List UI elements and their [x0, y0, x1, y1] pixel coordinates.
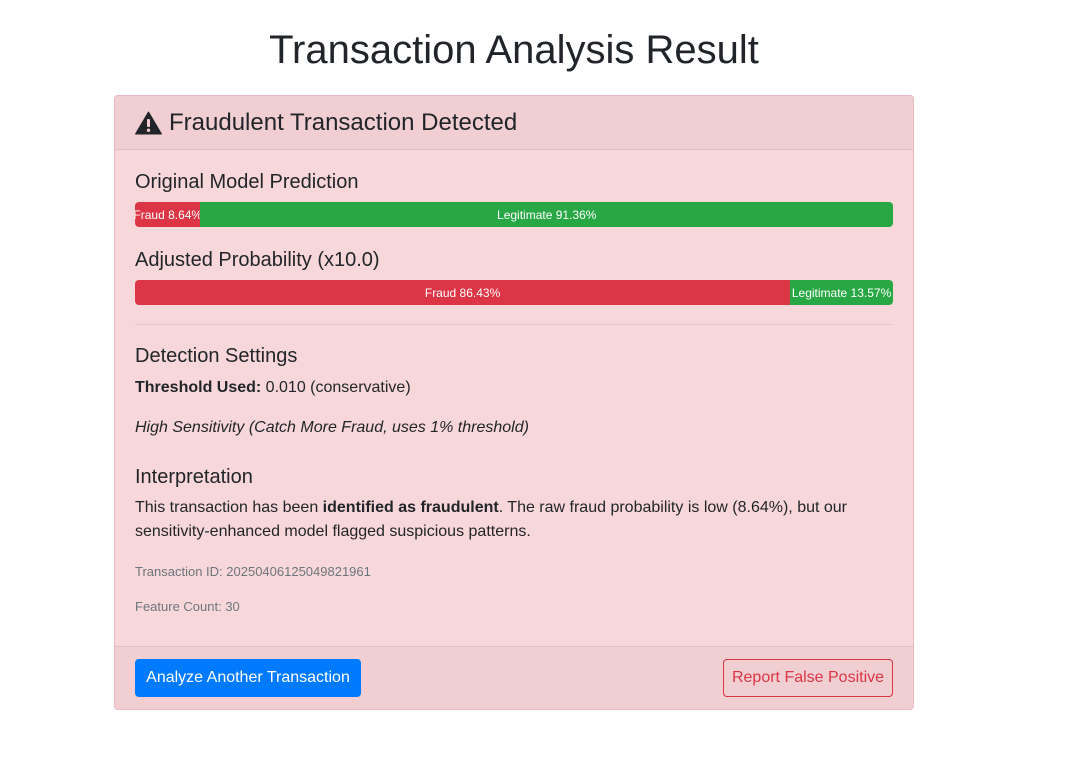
result-card: Fraudulent Transaction Detected Original… — [114, 95, 914, 710]
interpretation-title: Interpretation — [135, 466, 253, 488]
warning-triangle-icon — [135, 111, 162, 134]
original-prediction-title: Original Model Prediction — [135, 171, 359, 193]
adjusted-probability-bar: Fraud 86.43% Legitimate 13.57% — [135, 280, 893, 305]
threshold-line: Threshold Used: 0.010 (conservative) — [135, 376, 893, 400]
page-title: Transaction Analysis Result — [269, 28, 759, 72]
feature-count: Feature Count: 30 — [135, 599, 240, 614]
adjusted-fraud-segment: Fraud 86.43% — [135, 280, 791, 305]
interpretation-text: This transaction has been identified as … — [135, 496, 875, 544]
detection-settings-title: Detection Settings — [135, 345, 298, 367]
card-header: Fraudulent Transaction Detected — [115, 96, 913, 150]
adjusted-legit-segment: Legitimate 13.57% — [790, 280, 893, 305]
card-header-title: Fraudulent Transaction Detected — [169, 108, 518, 136]
interpretation-text-bold: identified as fraudulent — [322, 499, 499, 516]
threshold-value: 0.010 (conservative) — [261, 379, 411, 396]
original-legit-segment: Legitimate 91.36% — [200, 202, 893, 227]
original-prediction-bar: Fraud 8.64% Legitimate 91.36% — [135, 202, 893, 227]
card-footer: Analyze Another Transaction Report False… — [115, 646, 913, 709]
transaction-id: Transaction ID: 20250406125049821961 — [135, 564, 371, 579]
report-false-positive-button[interactable]: Report False Positive — [723, 659, 893, 697]
analyze-another-button[interactable]: Analyze Another Transaction — [135, 659, 361, 697]
adjusted-probability-title: Adjusted Probability (x10.0) — [135, 249, 380, 271]
sensitivity-mode-text: High Sensitivity (Catch More Fraud, uses… — [135, 419, 529, 436]
interpretation-text-start: This transaction has been — [135, 499, 323, 516]
section-divider — [135, 324, 893, 325]
original-fraud-segment: Fraud 8.64% — [135, 202, 201, 227]
threshold-label: Threshold Used: — [135, 379, 262, 396]
card-body: Original Model Prediction Fraud 8.64% Le… — [115, 150, 913, 647]
